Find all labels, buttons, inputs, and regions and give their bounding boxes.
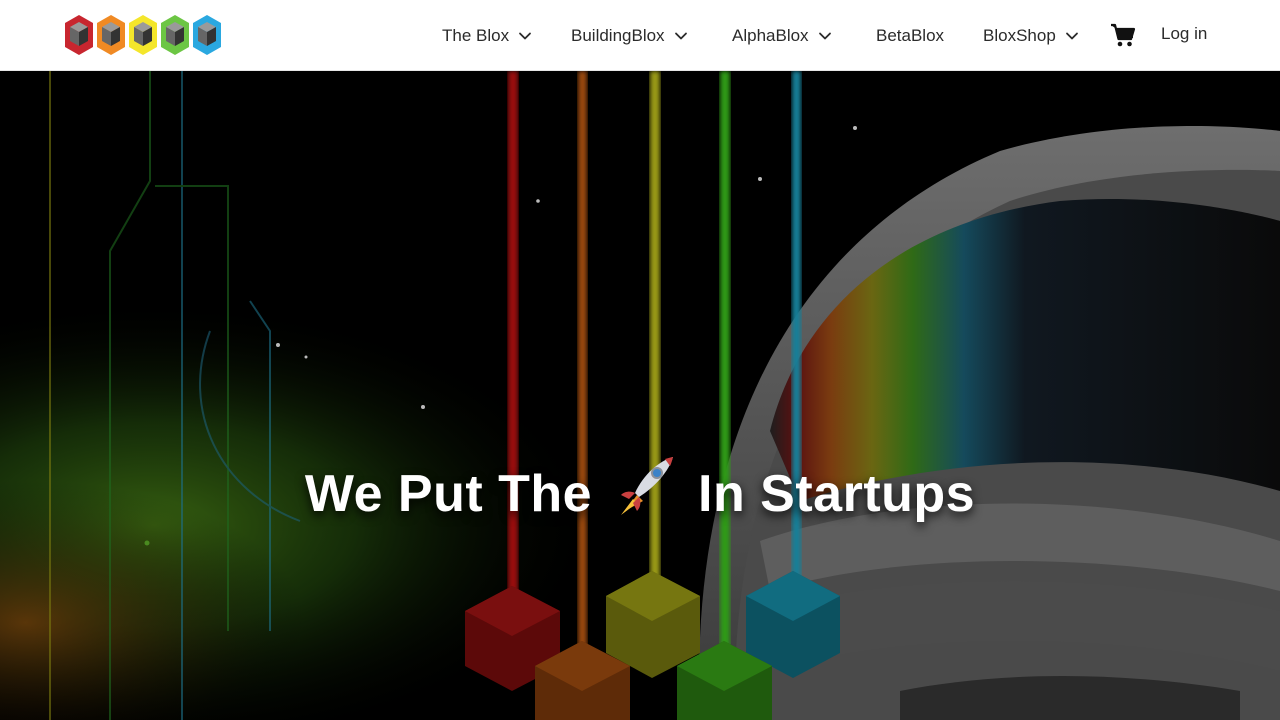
logo-block [129, 15, 157, 55]
nav-label: The Blox [442, 26, 510, 45]
nav-label: AlphaBlox [732, 26, 809, 45]
nav-label: BloxShop [983, 26, 1056, 45]
logo-block [97, 15, 125, 55]
shopping-cart-icon[interactable] [1110, 23, 1136, 48]
hero-headline: We Put The In Startups [0, 455, 1280, 530]
nav-item-bloxshop[interactable]: BloxShop [983, 24, 1079, 48]
chevron-down-icon [674, 29, 688, 43]
chevron-down-icon [818, 29, 832, 43]
nav-item-the-blox[interactable]: The Blox [442, 24, 532, 48]
astronaut-space-illustration [0, 71, 1280, 720]
logo-block [65, 15, 93, 55]
headline-text-before: We Put The [304, 465, 593, 523]
nav-item-betablox[interactable]: BetaBlox [876, 24, 944, 48]
nav-item-alphablox[interactable]: AlphaBlox [732, 24, 832, 48]
rocket-icon [613, 455, 677, 530]
nav-label: BuildingBlox [571, 26, 665, 45]
blox-logo[interactable] [64, 13, 226, 57]
login-link[interactable]: Log in [1161, 24, 1207, 44]
nav-label: BetaBlox [876, 26, 945, 45]
site-header: The Blox BuildingBlox AlphaBlox BetaBlox… [0, 0, 1280, 71]
logo-block [161, 15, 189, 55]
chevron-down-icon [518, 29, 532, 43]
nav-item-buildingblox[interactable]: BuildingBlox [571, 24, 688, 48]
logo-block [193, 15, 221, 55]
chevron-down-icon [1065, 29, 1079, 43]
headline-text-after: In Startups [698, 465, 976, 523]
hero-banner: We Put The In Startups [0, 71, 1280, 720]
